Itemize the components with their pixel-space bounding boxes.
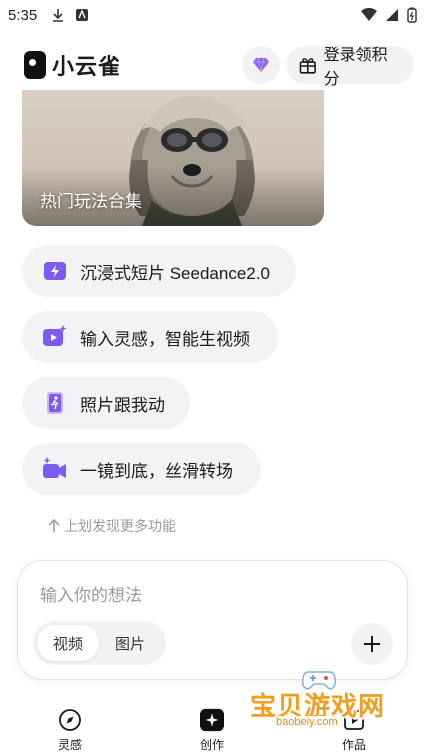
lightning-icon bbox=[42, 258, 68, 284]
running-photo-icon bbox=[42, 390, 68, 416]
app-header: 小云雀 登录领积分 bbox=[0, 40, 425, 90]
feature-label: 输入灵感，智能生视频 bbox=[80, 329, 250, 349]
camera-sparkle-icon bbox=[42, 456, 68, 482]
watermark: 宝贝游戏网 baobeiy.com bbox=[250, 668, 400, 738]
signal-icon bbox=[385, 8, 399, 26]
prompt-input[interactable]: 输入你的想法 bbox=[40, 581, 142, 606]
swipe-hint-text: 上划发现更多功能 bbox=[64, 518, 176, 534]
video-sparkle-icon bbox=[42, 324, 68, 350]
feature-label: 沉浸式短片 Seedance2.0 bbox=[80, 263, 270, 283]
swipe-hint: 上划发现更多功能 bbox=[48, 516, 176, 536]
media-type-switch: 视频 图片 bbox=[33, 621, 166, 665]
app-logo: 小云雀 bbox=[24, 49, 121, 81]
arrow-up-icon bbox=[48, 519, 60, 532]
feature-text-to-video[interactable]: 输入灵感，智能生视频 bbox=[22, 311, 278, 363]
diamond-icon bbox=[253, 57, 269, 73]
hero-card[interactable]: 热门玩法合集 bbox=[22, 90, 324, 226]
feature-photo-motion[interactable]: 照片跟我动 bbox=[22, 377, 190, 429]
gift-icon bbox=[299, 58, 316, 74]
vip-button[interactable] bbox=[242, 46, 280, 84]
nav-inspiration[interactable]: 灵感 bbox=[58, 708, 82, 753]
feature-label: 照片跟我动 bbox=[80, 395, 165, 415]
download-icon bbox=[51, 8, 65, 22]
app-name: 小云雀 bbox=[52, 54, 122, 79]
tab-video[interactable]: 视频 bbox=[37, 625, 99, 661]
plus-icon bbox=[364, 636, 380, 652]
login-rewards-button[interactable]: 登录领积分 bbox=[286, 46, 414, 88]
compass-icon bbox=[58, 708, 82, 732]
battery-icon bbox=[407, 7, 417, 27]
nav-label: 创作 bbox=[200, 738, 225, 752]
wifi-icon bbox=[361, 7, 377, 26]
prompt-composer: 输入你的想法 视频 图片 bbox=[17, 560, 408, 680]
app-notification-icon bbox=[75, 8, 89, 22]
status-time: 5:35 bbox=[8, 6, 38, 24]
feature-one-take[interactable]: 一镜到底，丝滑转场 bbox=[22, 443, 261, 495]
nav-create[interactable]: 创作 bbox=[200, 708, 224, 753]
feature-label: 一镜到底，丝滑转场 bbox=[80, 461, 233, 481]
status-bar: 5:35 bbox=[0, 0, 425, 30]
login-rewards-label: 登录领积分 bbox=[323, 47, 388, 88]
logo-mark-icon bbox=[24, 51, 46, 79]
add-button[interactable] bbox=[351, 623, 393, 665]
tab-image[interactable]: 图片 bbox=[99, 625, 161, 661]
nav-label: 灵感 bbox=[58, 738, 83, 752]
nav-label: 作品 bbox=[342, 738, 367, 752]
hero-label: 热门玩法合集 bbox=[40, 192, 142, 211]
watermark-url: baobeiy.com bbox=[272, 716, 342, 728]
feature-seedance[interactable]: 沉浸式短片 Seedance2.0 bbox=[22, 245, 296, 297]
create-icon bbox=[200, 708, 224, 732]
